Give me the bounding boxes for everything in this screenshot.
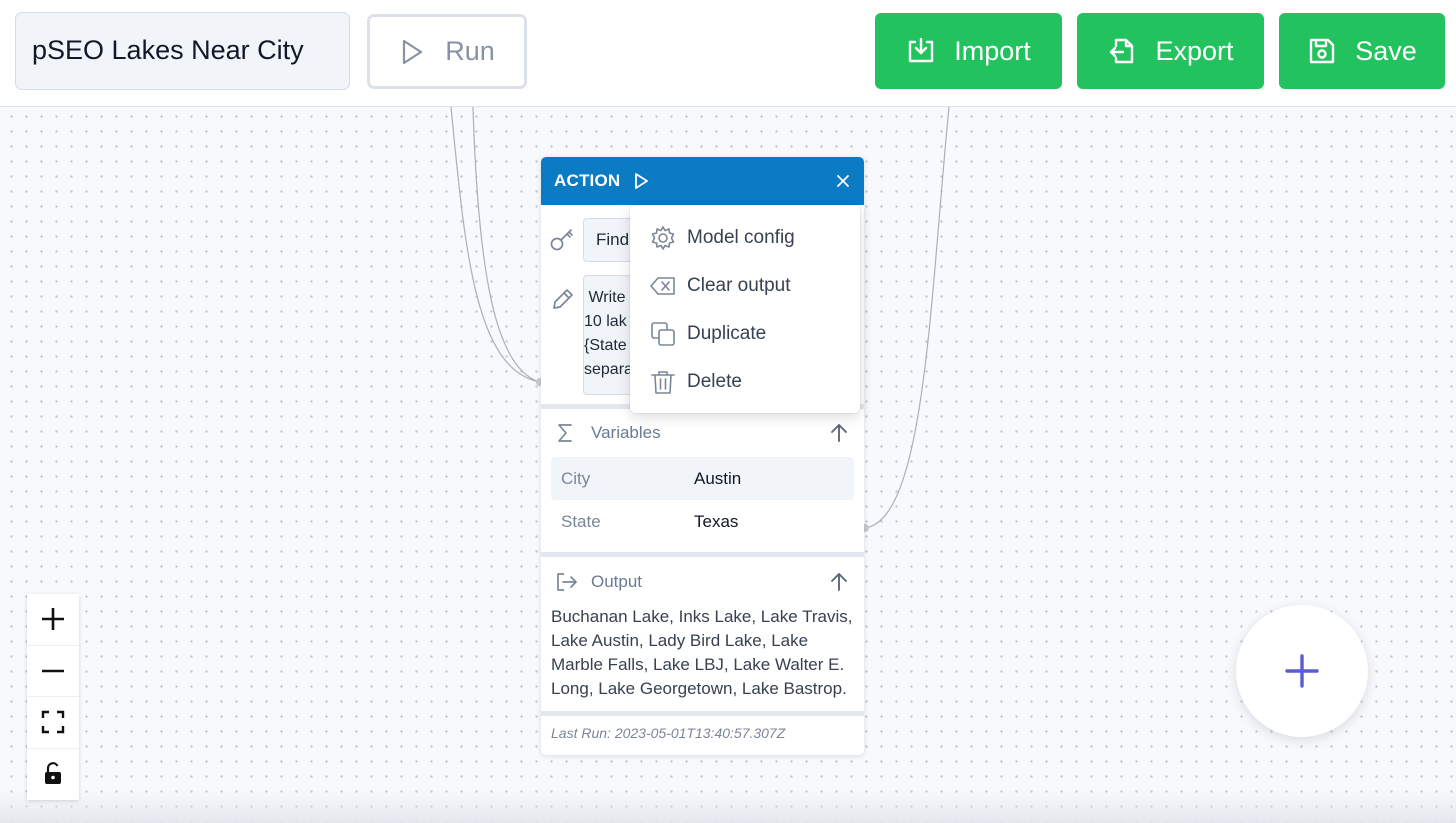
node-run-play-icon[interactable]: [632, 172, 650, 190]
run-button-label: Run: [445, 36, 495, 66]
export-button-label: Export: [1155, 35, 1234, 66]
logout-arrow-icon: [557, 573, 577, 591]
variable-row: State Texas: [551, 500, 854, 543]
menu-item-delete[interactable]: Delete: [630, 358, 860, 406]
menu-item-label: Model config: [687, 227, 795, 248]
variables-label: Variables: [591, 423, 661, 442]
wire-in-2: [472, 106, 541, 383]
menu-item-label: Delete: [687, 371, 742, 392]
export-button[interactable]: Export: [1077, 13, 1264, 89]
sigma-icon: [558, 424, 572, 442]
variable-value[interactable]: Texas: [694, 512, 738, 532]
file-export-icon: [1110, 38, 1134, 64]
menu-item-duplicate[interactable]: Duplicate: [630, 310, 860, 358]
section-divider: [541, 552, 864, 557]
close-icon[interactable]: [835, 173, 851, 189]
run-button[interactable]: Run: [367, 14, 527, 89]
variable-value[interactable]: Austin: [694, 469, 741, 489]
fit-view-button[interactable]: [27, 697, 79, 749]
variables-section-header[interactable]: Variables: [541, 415, 864, 451]
last-run-timestamp: Last Run: 2023-05-01T13:40:57.307Z: [551, 725, 786, 741]
node-context-menu: Model config Clear output Duplicate Dele…: [630, 205, 860, 413]
variable-row: City Austin: [551, 457, 854, 500]
menu-item-model-config[interactable]: Model config: [630, 214, 860, 262]
section-divider: [541, 711, 864, 716]
unlock-icon: [45, 762, 61, 785]
save-button-label: Save: [1355, 35, 1417, 66]
output-text: Buchanan Lake, Inks Lake, Lake Travis, L…: [551, 607, 853, 698]
gear-icon: [651, 226, 675, 250]
floppy-disk-icon: [1310, 38, 1335, 64]
variable-name: State: [561, 511, 601, 531]
key-icon: [549, 225, 575, 258]
wire-out: [864, 106, 950, 529]
import-button[interactable]: Import: [875, 13, 1062, 89]
node-type-label: ACTION: [554, 171, 621, 190]
lock-toggle-button[interactable]: [27, 749, 79, 801]
backspace-icon: [650, 277, 675, 295]
canvas-bottom-shade: [0, 790, 1456, 823]
minus-icon: [42, 669, 64, 673]
play-icon: [403, 39, 423, 64]
menu-item-label: Duplicate: [687, 323, 767, 344]
zoom-in-button[interactable]: [27, 594, 79, 646]
arrow-up-icon[interactable]: [828, 422, 850, 444]
arrow-up-icon[interactable]: [828, 571, 850, 593]
plus-icon: [1285, 654, 1319, 688]
wire-in-1: [450, 106, 541, 383]
toolbar: pSEO Lakes Near City Run Import Export S…: [0, 0, 1456, 107]
import-icon: [909, 37, 934, 63]
pencil-icon: [549, 285, 575, 318]
fit-view-icon: [41, 711, 65, 734]
output-section-header[interactable]: Output: [541, 564, 864, 600]
add-node-button[interactable]: [1236, 605, 1368, 737]
save-button[interactable]: Save: [1279, 13, 1445, 89]
copy-icon: [651, 322, 675, 346]
output-label: Output: [591, 572, 643, 591]
node-header[interactable]: ACTION: [541, 157, 864, 205]
menu-item-clear-output[interactable]: Clear output: [630, 262, 860, 310]
variable-name: City: [561, 468, 591, 488]
canvas-controls: [27, 594, 79, 800]
menu-item-label: Clear output: [687, 275, 791, 296]
import-button-label: Import: [954, 35, 1031, 66]
zoom-out-button[interactable]: [27, 646, 79, 697]
plus-icon: [42, 608, 64, 631]
flow-title-input[interactable]: pSEO Lakes Near City: [15, 12, 350, 90]
trash-icon: [651, 371, 675, 394]
